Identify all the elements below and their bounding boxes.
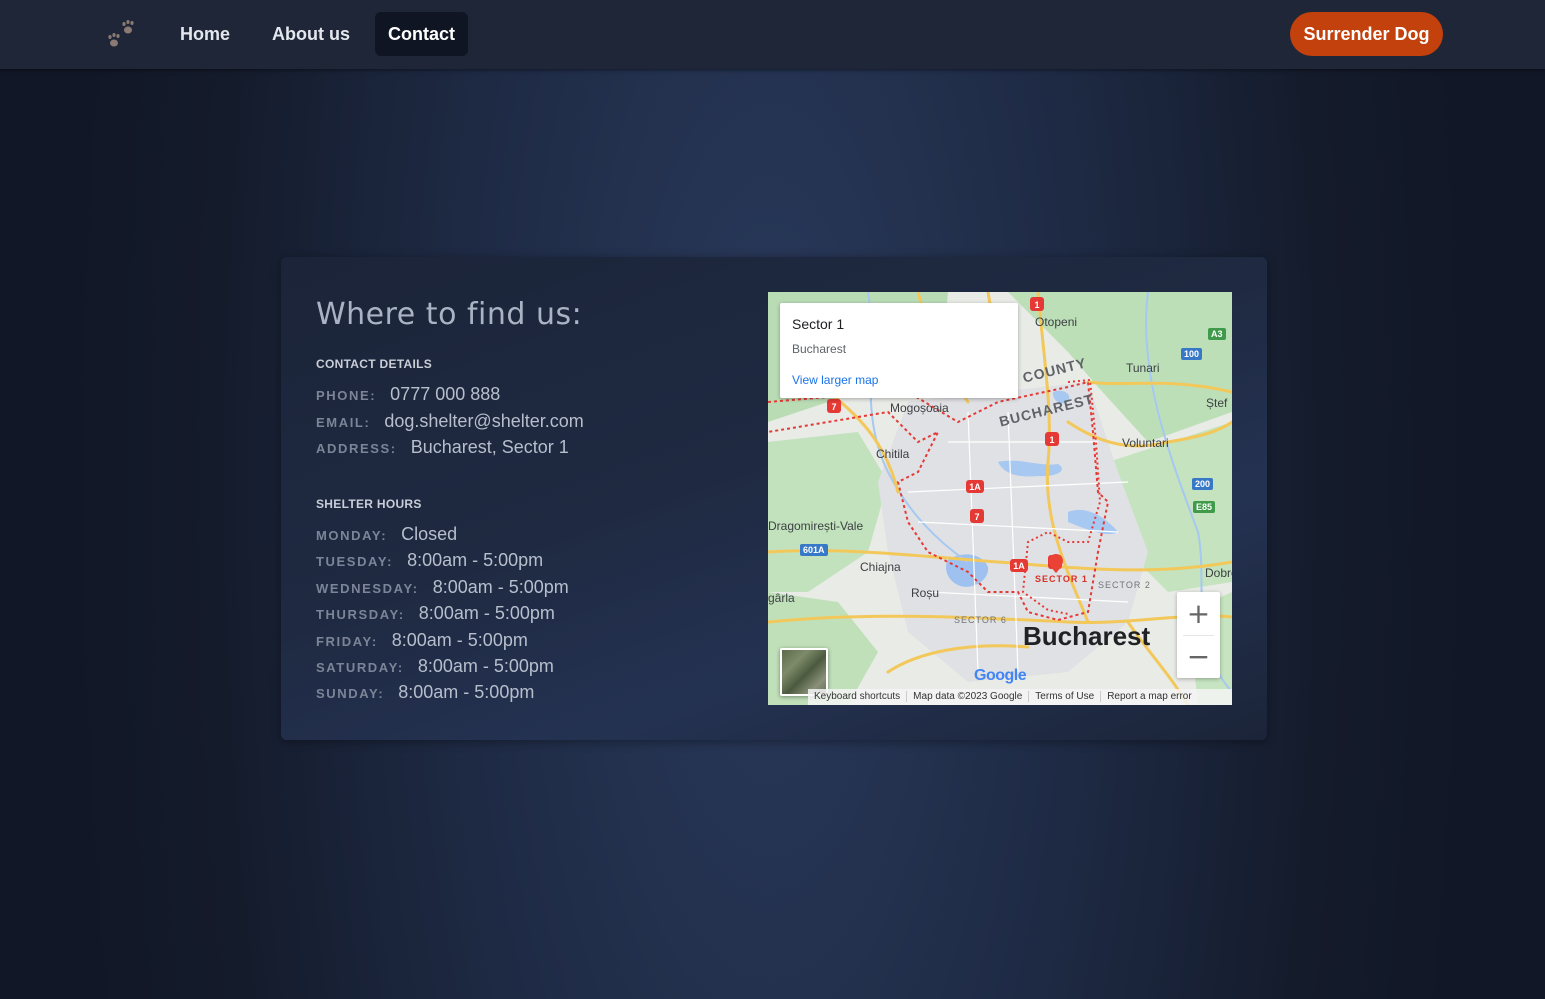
map-label-dragomiresti: Dragomirești-Vale — [768, 519, 864, 533]
map-label-chitila: Chitila — [876, 447, 910, 461]
address-value: Bucharest, Sector 1 — [410, 437, 569, 457]
map-label-chiajna: Chiajna — [860, 560, 901, 574]
hours-value: 8:00am - 5:00pm — [432, 577, 569, 597]
paw-logo-icon[interactable] — [104, 17, 140, 51]
day-label: THURSDAY: — [316, 607, 405, 622]
hours-value: 8:00am - 5:00pm — [418, 603, 555, 623]
route-tag-e85: E85 — [1193, 501, 1216, 513]
map-label-sector1: SECTOR 1 — [1035, 574, 1088, 584]
map-label-mogosoaia: Mogoșoaia — [890, 401, 949, 415]
hours-row: THURSDAY: 8:00am - 5:00pm — [316, 603, 555, 627]
address-label: ADDRESS: — [316, 441, 397, 456]
phone-row: PHONE: 0777 000 888 — [316, 384, 500, 408]
report-map-error-link[interactable]: Report a map error — [1101, 691, 1197, 702]
svg-text:1A: 1A — [1013, 561, 1025, 571]
day-label: WEDNESDAY: — [316, 581, 419, 596]
map-data-attribution: Map data ©2023 Google — [907, 691, 1030, 702]
svg-text:1: 1 — [1034, 300, 1039, 310]
svg-text:1A: 1A — [969, 482, 981, 492]
map-zoom-controls: + − — [1177, 592, 1220, 678]
hours-row: SUNDAY: 8:00am - 5:00pm — [316, 682, 534, 706]
phone-value: 0777 000 888 — [390, 384, 501, 404]
map-label-stef: Ștef — [1206, 396, 1228, 410]
nav-about-link[interactable]: About us — [259, 12, 363, 56]
map-info-title: Sector 1 — [792, 316, 845, 332]
map-info-card: Sector 1 Bucharest View larger map — [780, 303, 1018, 398]
top-navbar: Home About us Contact Surrender Dog — [0, 0, 1545, 69]
terms-of-use-link[interactable]: Terms of Use — [1029, 691, 1102, 702]
day-label: TUESDAY: — [316, 554, 394, 569]
view-larger-map-link[interactable]: View larger map — [792, 373, 878, 387]
route-tag-100: 100 — [1181, 348, 1203, 360]
surrender-dog-button[interactable]: Surrender Dog — [1290, 12, 1443, 56]
shelter-hours-title: SHELTER HOURS — [316, 497, 422, 511]
map-label-rosu: Roșu — [911, 586, 940, 600]
phone-label: PHONE: — [316, 388, 377, 403]
email-label: EMAIL: — [316, 415, 371, 430]
embedded-map[interactable]: 1 7 1 1A 7 1A 1 100 A3 200 E85 601A Otop… — [768, 292, 1232, 705]
hours-value: Closed — [401, 524, 458, 544]
map-label-tunari: Tunari — [1126, 361, 1160, 375]
day-label: FRIDAY: — [316, 634, 378, 649]
hours-value: 8:00am - 5:00pm — [398, 682, 535, 702]
hours-row: TUESDAY: 8:00am - 5:00pm — [316, 550, 543, 574]
google-logo-text: Google — [974, 667, 1027, 684]
page-heading: Where to find us: — [316, 297, 583, 332]
map-label-bucharest-city: Bucharest — [1023, 621, 1151, 651]
hours-value: 8:00am - 5:00pm — [417, 656, 554, 676]
hours-value: 8:00am - 5:00pm — [391, 630, 528, 650]
day-label: SATURDAY: — [316, 660, 404, 675]
map-label-dobroe: Dobroe — [1205, 566, 1232, 580]
hours-row: FRIDAY: 8:00am - 5:00pm — [316, 630, 528, 654]
map-label-sector2: SECTOR 2 — [1098, 580, 1151, 590]
map-label-sector6: SECTOR 6 — [954, 615, 1007, 625]
route-tag-200: 200 — [1192, 478, 1214, 490]
hours-row: SATURDAY: 8:00am - 5:00pm — [316, 656, 554, 680]
nav-contact-link[interactable]: Contact — [375, 12, 468, 56]
svg-text:7: 7 — [974, 512, 979, 522]
zoom-out-button[interactable]: − — [1177, 635, 1220, 678]
address-row: ADDRESS: Bucharest, Sector 1 — [316, 437, 569, 461]
contact-details-title: CONTACT DETAILS — [316, 357, 433, 371]
svg-text:7: 7 — [831, 402, 836, 412]
map-label-otopeni: Otopeni — [1035, 315, 1078, 329]
hours-row: WEDNESDAY: 8:00am - 5:00pm — [316, 577, 569, 601]
map-label-voluntari: Voluntari — [1122, 436, 1169, 450]
email-row: EMAIL: dog.shelter@shelter.com — [316, 411, 584, 435]
svg-text:1: 1 — [1049, 435, 1054, 445]
nav-home-link[interactable]: Home — [167, 12, 243, 56]
hours-value: 8:00am - 5:00pm — [407, 550, 544, 570]
zoom-in-button[interactable]: + — [1177, 592, 1220, 635]
google-logo: Google — [974, 667, 1027, 685]
email-value: dog.shelter@shelter.com — [384, 411, 584, 431]
day-label: SUNDAY: — [316, 686, 385, 701]
route-tag-a3: A3 — [1208, 328, 1226, 340]
map-info-subtitle: Bucharest — [792, 342, 847, 356]
day-label: MONDAY: — [316, 528, 388, 543]
keyboard-shortcuts-link[interactable]: Keyboard shortcuts — [808, 691, 908, 702]
hours-row: MONDAY: Closed — [316, 524, 457, 548]
map-label-garla: gârla — [768, 591, 795, 605]
route-tag-601a: 601A — [800, 544, 828, 556]
map-footer: Keyboard shortcuts Map data ©2023 Google T… — [808, 689, 1232, 705]
